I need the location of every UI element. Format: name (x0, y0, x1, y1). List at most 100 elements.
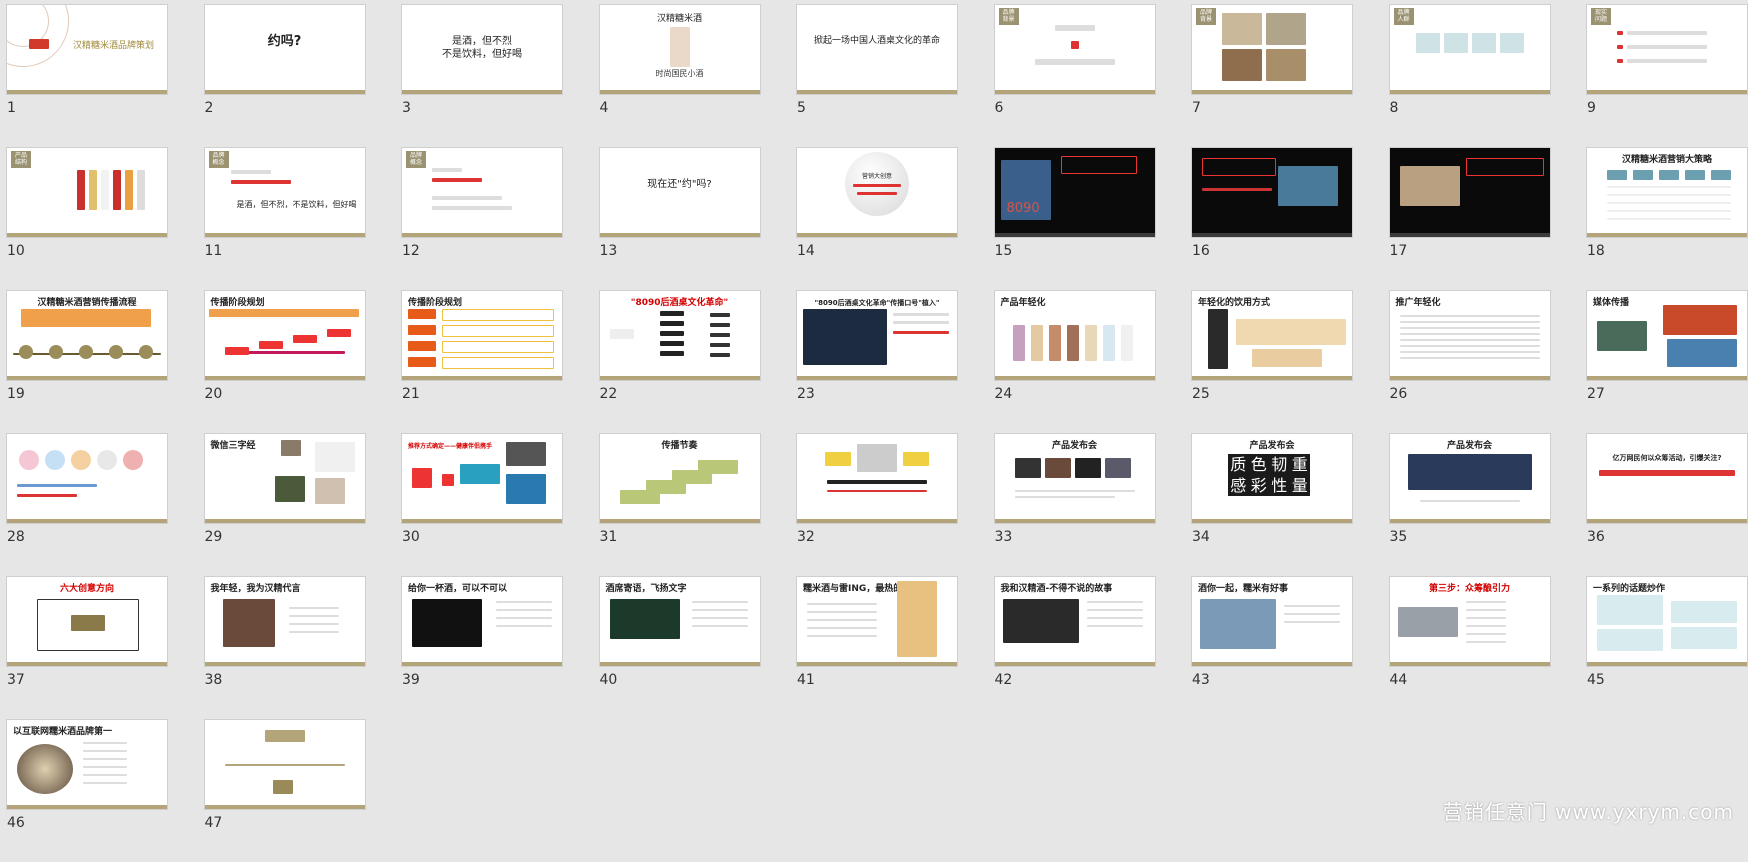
slide-thumbnail[interactable]: 掀起一场中国人酒桌文化的革命 (796, 4, 958, 95)
slide-title: 亿万网民何以众筹活动，引爆关注? (1612, 454, 1722, 462)
slide-thumbnail[interactable]: 现实 问题 (1586, 4, 1748, 95)
thumbnail-image (432, 206, 512, 210)
slide-title: "8090后酒桌文化革命" (630, 298, 729, 308)
thumbnail-image (71, 615, 105, 631)
slide-thumbnail[interactable]: 亿万网民何以众筹活动，引爆关注? (1586, 433, 1748, 524)
slide-thumbnail[interactable]: 产品 结构 (6, 147, 168, 238)
slide-cell: 以互联网糯米酒品牌第一 46 (6, 719, 168, 862)
slide-thumbnail[interactable]: 汉精糖米酒营销大策略 (1586, 147, 1748, 238)
thumbnail-image (83, 766, 127, 768)
slide-thumbnail[interactable]: "8090后酒桌文化革命" (598, 290, 761, 381)
slide-thumbnail[interactable]: 汉精糖米酒品牌策划 (6, 4, 168, 95)
thumbnail-image (659, 341, 684, 346)
slide-cell: 8090 15 (993, 147, 1156, 290)
slide-thumbnail[interactable]: 给你一杯酒，可以不可以 (401, 576, 563, 667)
section-tag: 产品 结构 (11, 151, 31, 168)
slide-thumbnail[interactable]: 推广年轻化 (1388, 290, 1551, 381)
slide-title: 产品发布会 (1446, 441, 1492, 451)
slide-thumbnail[interactable] (6, 433, 168, 524)
thumbnail-image (1399, 327, 1540, 329)
section-tag: 品牌 背景 (1196, 8, 1216, 25)
slide-thumbnail[interactable]: 品牌 概念 (401, 147, 563, 238)
slide-number: 24 (994, 386, 1013, 402)
slide-thumbnail[interactable]: 糯米酒与雷ING，最热的话题 (796, 576, 958, 667)
slide-cell: 传播节奏 31 (598, 433, 761, 576)
slide-thumbnail[interactable]: 约吗? (203, 4, 366, 95)
slide-number: 10 (7, 243, 25, 259)
slide-cell: "8090后酒桌文化革命" 22 (598, 290, 761, 433)
slide-thumbnail[interactable] (1191, 147, 1353, 238)
thumbnail-image (83, 750, 127, 752)
slide-thumbnail[interactable]: 推荐方式确定——健康伴侣携手 (401, 433, 563, 524)
slide-thumbnail[interactable]: 我年轻，我为汉精代言 (203, 576, 366, 667)
thumbnail-image (1399, 315, 1540, 317)
slide-thumbnail[interactable]: 8090 (993, 147, 1156, 238)
slide-thumbnail[interactable]: 营销大创意 (796, 147, 958, 238)
slide-thumbnail[interactable]: 第三步：众筹酿引力 (1388, 576, 1551, 667)
photo-image (1074, 458, 1101, 478)
slide-thumbnail[interactable]: "8090后酒桌文化革命"传播口号"植入" (796, 290, 958, 381)
slide-thumbnail[interactable]: 汉精糖米酒 时尚国民小酒 (598, 4, 761, 95)
slide-thumbnail[interactable]: 传播阶段规划 (203, 290, 366, 381)
photo-image (803, 309, 887, 365)
slide-thumbnail[interactable]: 一系列的话题炒作 (1586, 576, 1748, 667)
char-label: 色 (1250, 455, 1267, 474)
slide-thumbnail[interactable]: 酒你一起，糯米有好事 (1191, 576, 1353, 667)
slide-thumbnail[interactable]: 是酒，但不烈 不是饮料，但好喝 (401, 4, 563, 95)
slide-thumbnail[interactable]: 品牌 人群 (1388, 4, 1551, 95)
thumbnail-image (408, 341, 436, 351)
thumbnail-image (807, 603, 877, 605)
thumbnail-image (432, 178, 482, 182)
bottle-image (1102, 325, 1115, 361)
thumbnail-image (442, 325, 554, 337)
slide-thumbnail[interactable] (1388, 147, 1551, 238)
wheel-icon (506, 474, 546, 504)
thumbnail-image (496, 601, 552, 603)
thumbnail-image (17, 484, 97, 487)
slide-number: 5 (797, 100, 806, 116)
bottle-image (101, 170, 109, 210)
slide-thumbnail[interactable]: 以互联网糯米酒品牌第一 (6, 719, 168, 810)
thumbnail-image (691, 617, 748, 619)
slide-thumbnail[interactable]: 产品发布会质色韧重感彩性量 (1191, 433, 1353, 524)
slide-thumbnail[interactable]: 品牌 背景 (993, 4, 1156, 95)
thumbnail-image (1465, 617, 1506, 619)
photo-image (222, 599, 275, 647)
slide-thumbnail[interactable]: 品牌 背景 (1191, 4, 1353, 95)
slide-thumbnail[interactable]: 微信三字经 (203, 433, 366, 524)
photo-image (1014, 458, 1041, 478)
slide-thumbnail[interactable]: 传播阶段规划 (401, 290, 563, 381)
thumbnail-image (691, 601, 748, 603)
slide-thumbnail[interactable]: 媒体传播 (1586, 290, 1748, 381)
slide-thumbnail[interactable]: 产品发布会 (993, 433, 1156, 524)
slide-thumbnail[interactable]: 年轻化的饮用方式 (1191, 290, 1353, 381)
photo-image (506, 442, 546, 466)
slide-title: 给你一杯酒，可以不可以 (408, 584, 508, 594)
slide-thumbnail[interactable]: 我和汉精酒-不得不说的故事 (993, 576, 1156, 667)
slide-number: 34 (1192, 529, 1210, 545)
thumbnail-image (442, 309, 554, 321)
slide-thumbnail[interactable]: 现在还"约"吗? (598, 147, 761, 238)
thumbnail-image (83, 782, 127, 784)
face-icon (19, 450, 39, 470)
thumbnail-image (1607, 202, 1731, 204)
slide-number: 12 (402, 243, 420, 259)
slide-thumbnail[interactable]: 汉精糖米酒营销传播流程 (6, 290, 168, 381)
thumbnail-image (659, 331, 684, 336)
slide-thumbnail[interactable]: 产品发布会 (1388, 433, 1551, 524)
slide-thumbnail[interactable] (796, 433, 958, 524)
slide-thumbnail[interactable]: 品牌 概念 是酒，但不烈，不是饮料，但好喝 (203, 147, 366, 238)
slide-thumbnail[interactable]: 传播节奏 (598, 433, 761, 524)
slide-cell: 汉精糖米酒品牌策划 1 (6, 4, 168, 147)
char-label: 韧 (1271, 455, 1288, 474)
slide-thumbnail[interactable]: 产品年轻化 (993, 290, 1156, 381)
slide-thumbnail[interactable]: 感谢聆听 (203, 719, 366, 810)
slide-number: 15 (994, 243, 1013, 259)
slide-cell: 糯米酒与雷ING，最热的话题 41 (796, 576, 958, 719)
slide-thumbnail[interactable]: 六大创意方向 (6, 576, 168, 667)
thumbnail-image (496, 609, 552, 611)
slide-cell: 我年轻，我为汉精代言 38 (203, 576, 366, 719)
thumbnail-image (659, 311, 684, 316)
slide-thumbnail[interactable]: 酒席寄语，飞扬文字 (598, 576, 761, 667)
thumbnail-image (49, 345, 63, 359)
